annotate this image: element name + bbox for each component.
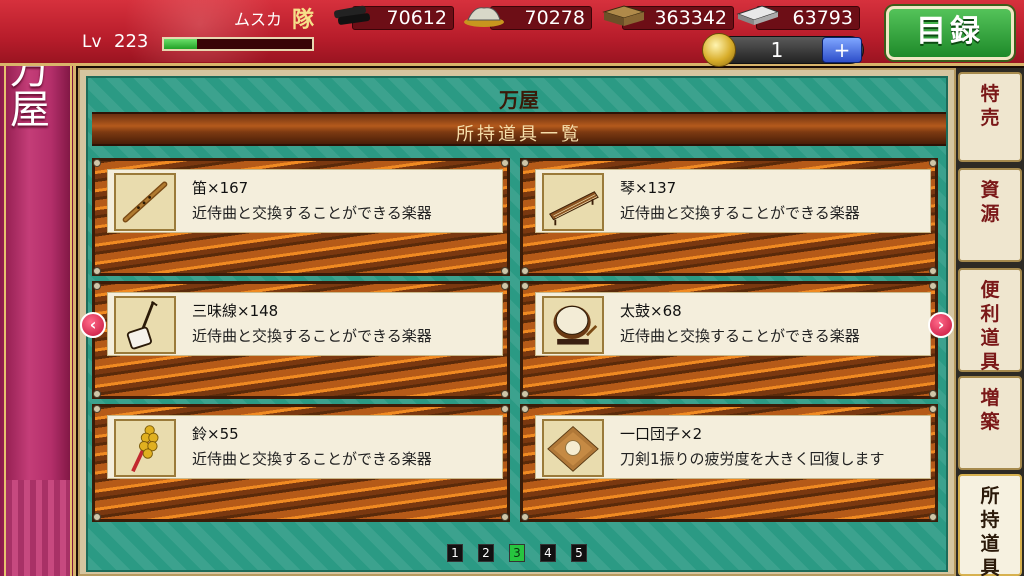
- whetstone-icon: [736, 5, 780, 25]
- rivet: [521, 405, 529, 413]
- page-1[interactable]: 1: [447, 544, 463, 562]
- cooling-material-icon: [602, 5, 646, 26]
- rivet: [929, 159, 937, 167]
- tab-sale[interactable]: 特売: [958, 72, 1022, 162]
- item-card-koto[interactable]: 琴×137 近侍曲と交換することができる楽器: [520, 158, 938, 276]
- page-4[interactable]: 4: [540, 544, 556, 562]
- rivet: [93, 513, 101, 521]
- item-card-taiko[interactable]: 太鼓×68 近侍曲と交換することができる楽器: [520, 281, 938, 399]
- charcoal-icon: [334, 5, 371, 25]
- taiko-drum-icon: [542, 296, 604, 354]
- shop-panel: 万屋 所持道具一覧 笛×167 近侍曲と交換することができる楽器 琴×137 近…: [78, 68, 956, 576]
- section-banner: 所持道具一覧: [92, 112, 946, 146]
- shop-panel-inner: 万屋 所持道具一覧 笛×167 近侍曲と交換することができる楽器 琴×137 近…: [86, 76, 948, 572]
- rivet: [929, 267, 937, 275]
- coin-count: 1: [770, 38, 784, 62]
- koban-coin-icon: [702, 33, 736, 67]
- page-5[interactable]: 5: [571, 544, 587, 562]
- exp-bar: [162, 37, 314, 51]
- item-description: 刀剣1振りの疲労度を大きく回復します: [620, 450, 885, 468]
- top-bar: ムスカ 隊 Lv 223 70612 70278 363342 63793 1 …: [0, 0, 1024, 67]
- item-description: 近侍曲と交換することができる楽器: [192, 327, 432, 345]
- catalog-button[interactable]: 目録: [886, 6, 1014, 60]
- level-value: 223: [114, 31, 149, 52]
- rivet: [521, 513, 529, 521]
- item-card-body: 鈴×55 近侍曲と交換することができる楽器: [107, 415, 503, 479]
- item-name: 太鼓×68: [620, 302, 682, 320]
- rivet: [501, 390, 509, 398]
- item-card-body: 太鼓×68 近侍曲と交換することができる楽器: [535, 292, 931, 356]
- tab-expansion[interactable]: 増築: [958, 376, 1022, 470]
- tab-tools[interactable]: 便利道具: [958, 268, 1022, 373]
- shop-banner: 万屋: [0, 0, 76, 576]
- tab-owned-items[interactable]: 所持道具: [958, 474, 1022, 576]
- page-2[interactable]: 2: [478, 544, 494, 562]
- item-name: 笛×167: [192, 179, 249, 197]
- add-coin-button[interactable]: +: [822, 37, 862, 63]
- bell-icon: [114, 419, 176, 477]
- rivet: [93, 390, 101, 398]
- item-card-body: 琴×137 近侍曲と交換することができる楽器: [535, 169, 931, 233]
- item-name: 鈴×55: [192, 425, 239, 443]
- rivet: [929, 405, 937, 413]
- item-card-body: 笛×167 近侍曲と交換することができる楽器: [107, 169, 503, 233]
- flute-icon: [114, 173, 176, 231]
- banner-pattern: [6, 480, 70, 576]
- rivet: [93, 405, 101, 413]
- item-card-dango[interactable]: 一口団子×2 刀剣1振りの疲労度を大きく回復します: [520, 404, 938, 522]
- rivet: [501, 513, 509, 521]
- jade-steel-icon: [464, 7, 504, 27]
- item-card-body: 一口団子×2 刀剣1振りの疲労度を大きく回復します: [535, 415, 931, 479]
- item-name: 三味線×148: [192, 302, 279, 320]
- unit-label: 隊: [292, 7, 315, 33]
- prev-page-arrow[interactable]: ‹: [80, 312, 106, 338]
- shamisen-icon: [114, 296, 176, 354]
- rivet: [501, 159, 509, 167]
- next-page-arrow[interactable]: ›: [928, 312, 954, 338]
- rivet: [929, 513, 937, 521]
- dango-icon: [542, 419, 604, 477]
- rivet: [929, 282, 937, 290]
- rivet: [929, 390, 937, 398]
- rivet: [93, 267, 101, 275]
- item-name: 琴×137: [620, 179, 677, 197]
- item-description: 近侍曲と交換することができる楽器: [192, 450, 432, 468]
- exp-fill: [164, 39, 197, 49]
- rivet: [501, 267, 509, 275]
- rivet: [521, 282, 529, 290]
- tab-resources[interactable]: 資源: [958, 168, 1022, 262]
- rivet: [501, 282, 509, 290]
- item-name: 一口団子×2: [620, 425, 703, 443]
- player-name: ムスカ: [234, 10, 283, 29]
- rivet: [93, 159, 101, 167]
- item-description: 近侍曲と交換することができる楽器: [620, 327, 860, 345]
- shop-name: 万屋: [499, 88, 539, 112]
- rivet: [501, 405, 509, 413]
- rivet: [521, 390, 529, 398]
- koto-icon: [542, 173, 604, 231]
- rivet: [521, 159, 529, 167]
- item-card-shamisen[interactable]: 三味線×148 近侍曲と交換することができる楽器: [92, 281, 510, 399]
- page-3-current[interactable]: 3: [509, 544, 525, 562]
- item-description: 近侍曲と交換することができる楽器: [192, 204, 432, 222]
- item-description: 近侍曲と交換することができる楽器: [620, 204, 860, 222]
- rivet: [521, 267, 529, 275]
- item-card-bell[interactable]: 鈴×55 近侍曲と交換することができる楽器: [92, 404, 510, 522]
- level-label: Lv: [82, 32, 102, 52]
- item-card-body: 三味線×148 近侍曲と交換することができる楽器: [107, 292, 503, 356]
- section-title: 所持道具一覧: [456, 124, 582, 145]
- rivet: [93, 282, 101, 290]
- item-card-flute[interactable]: 笛×167 近侍曲と交換することができる楽器: [92, 158, 510, 276]
- category-tabs: 特売 資源 便利道具 増築 所持道具: [956, 68, 1024, 576]
